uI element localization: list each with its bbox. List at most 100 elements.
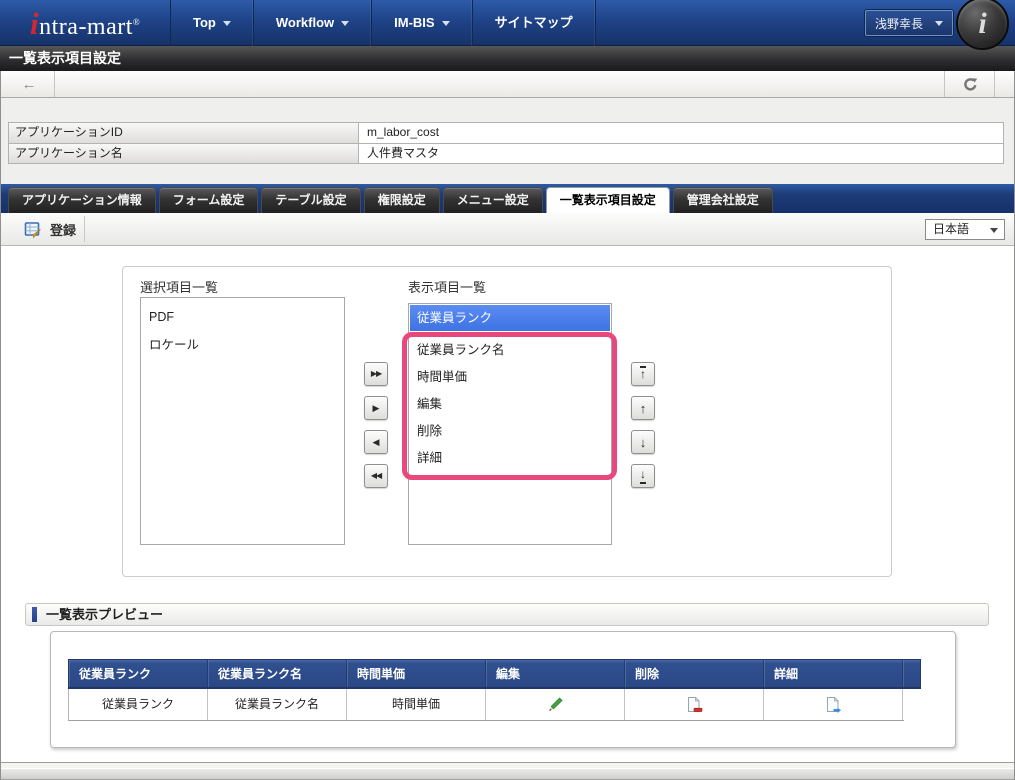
table-row: 従業員ランク 従業員ランク名 時間単価 [68, 689, 904, 721]
list-item[interactable]: 従業員ランク名 [407, 337, 612, 364]
list-item[interactable]: ロケール [141, 331, 344, 359]
double-right-arrow-icon: ▶▶ [371, 370, 381, 378]
tab-application-info[interactable]: アプリケーション情報 [8, 187, 156, 213]
page-left-border [0, 46, 1, 780]
column-header: 削除 [625, 660, 764, 687]
column-header: 従業員ランク [69, 660, 208, 687]
move-down-button[interactable]: ↓ [631, 430, 655, 454]
move-all-left-button[interactable]: ◀◀ [364, 464, 388, 488]
chevron-down-icon [990, 228, 998, 233]
move-bottom-icon: ↓ [640, 468, 646, 483]
toolbar-separator [84, 216, 85, 242]
column-header: 時間単価 [347, 660, 486, 687]
tab-permission-settings[interactable]: 権限設定 [364, 187, 440, 213]
highlighted-items-outline: 従業員ランク名 時間単価 編集 削除 詳細 [402, 332, 617, 480]
table-row: アプリケーションID m_labor_cost [9, 123, 1003, 143]
toolbar-separator [54, 71, 55, 97]
right-arrow-icon: ▶ [373, 404, 380, 413]
navigation-toolbar: ← [0, 71, 1015, 98]
edit-pencil-icon[interactable] [547, 696, 564, 713]
toolbar-separator [994, 71, 995, 97]
delete-page-icon[interactable] [685, 696, 703, 714]
logo-i-glyph: i [30, 6, 39, 41]
chevron-down-icon [442, 21, 450, 26]
column-header-spacer [903, 660, 920, 687]
app-id-label: アプリケーションID [9, 123, 359, 143]
top-navbar: intra-mart® Top Workflow IM-BIS サイトマップ 浅… [0, 0, 1015, 46]
language-value: 日本語 [933, 222, 969, 236]
cell-edit [486, 689, 625, 720]
tab-form-settings[interactable]: フォーム設定 [159, 187, 259, 213]
available-items-label: 選択項目一覧 [140, 277, 218, 296]
logo-text: ntra-mart [39, 14, 133, 40]
down-arrow-icon: ↓ [640, 436, 647, 449]
cell-employee-rank-name: 従業員ランク名 [208, 689, 347, 720]
registered-mark: ® [133, 17, 140, 27]
menu-top[interactable]: Top [170, 0, 254, 46]
list-item-selected[interactable]: 従業員ランク [410, 305, 610, 331]
page-title-bar: 一覧表示項目設定 [0, 46, 1015, 71]
section-accent-bar [32, 607, 37, 622]
tab-list-display-settings[interactable]: 一覧表示項目設定 [546, 187, 670, 213]
back-arrow-icon: ← [22, 76, 37, 93]
detail-page-icon[interactable] [824, 696, 842, 714]
menu-workflow[interactable]: Workflow [254, 0, 372, 46]
move-right-button[interactable]: ▶ [364, 396, 388, 420]
move-all-right-button[interactable]: ▶▶ [364, 362, 388, 386]
register-icon [24, 221, 42, 239]
cell-delete [625, 689, 764, 720]
user-dropdown[interactable]: 浅野幸長 [865, 10, 953, 36]
app-name-label: アプリケーション名 [9, 144, 359, 163]
menu-sitemap[interactable]: サイトマップ [473, 0, 596, 46]
preview-table-header: 従業員ランク 従業員ランク名 時間単価 編集 削除 詳細 [68, 659, 921, 689]
register-label: 登録 [50, 220, 76, 239]
app-name-value: 人件費マスタ [359, 144, 1003, 163]
menu-im-bis[interactable]: IM-BIS [372, 0, 472, 46]
list-item[interactable]: 詳細 [407, 445, 612, 472]
chevron-down-icon [223, 21, 231, 26]
chevron-down-icon [341, 21, 349, 26]
list-item[interactable]: 編集 [407, 391, 612, 418]
double-left-arrow-icon: ◀◀ [371, 472, 381, 480]
display-items-label: 表示項目一覧 [408, 277, 486, 296]
move-bottom-button[interactable]: ↓ [631, 464, 655, 488]
app-id-value: m_labor_cost [359, 123, 1003, 143]
refresh-button[interactable] [949, 73, 992, 95]
cell-hourly-rate: 時間単価 [347, 689, 486, 720]
application-info-table: アプリケーションID m_labor_cost アプリケーション名 人件費マスタ [8, 122, 1004, 164]
column-header: 従業員ランク名 [208, 660, 347, 687]
chevron-down-icon [935, 21, 943, 26]
refresh-icon [963, 77, 978, 92]
up-arrow-icon: ↑ [640, 402, 647, 415]
preview-section-title: 一覧表示プレビュー [46, 604, 163, 626]
cell-detail [764, 689, 903, 720]
cell-employee-rank: 従業員ランク [69, 689, 208, 720]
move-top-button[interactable]: ↑ [631, 362, 655, 386]
footer-bar [0, 768, 1015, 780]
user-name: 浅野幸長 [875, 15, 923, 32]
available-items-listbox[interactable]: PDF ロケール [140, 297, 345, 545]
move-top-icon: ↑ [640, 366, 646, 381]
list-item[interactable]: 時間単価 [407, 364, 612, 391]
toolbar-separator [944, 71, 945, 97]
intra-mart-logo: intra-mart® [30, 0, 140, 46]
move-left-button[interactable]: ◀ [364, 430, 388, 454]
settings-tab-bar: アプリケーション情報 フォーム設定 テーブル設定 権限設定 メニュー設定 一覧表… [0, 184, 1015, 213]
action-toolbar: 登録 日本語 [0, 213, 1015, 246]
page: intra-mart® Top Workflow IM-BIS サイトマップ 浅… [0, 0, 1015, 780]
list-item[interactable]: PDF [141, 303, 344, 331]
preview-table: 従業員ランク 従業員ランク名 時間単価 編集 削除 詳細 従業員ランク 従業員ラ… [68, 659, 921, 721]
move-up-button[interactable]: ↑ [631, 396, 655, 420]
back-button[interactable]: ← [8, 74, 50, 94]
list-item[interactable]: 削除 [407, 418, 612, 445]
tab-table-settings[interactable]: テーブル設定 [261, 187, 360, 213]
main-menu: Top Workflow IM-BIS サイトマップ [170, 0, 596, 46]
table-row: アプリケーション名 人件費マスタ [9, 143, 1003, 163]
tab-menu-settings[interactable]: メニュー設定 [443, 187, 543, 213]
register-button[interactable]: 登録 [24, 219, 76, 240]
tab-admin-company-settings[interactable]: 管理会社設定 [673, 187, 773, 213]
language-select[interactable]: 日本語 [925, 219, 1005, 240]
column-header: 編集 [486, 660, 625, 687]
column-header: 詳細 [764, 660, 903, 687]
page-title: 一覧表示項目設定 [0, 46, 1015, 71]
